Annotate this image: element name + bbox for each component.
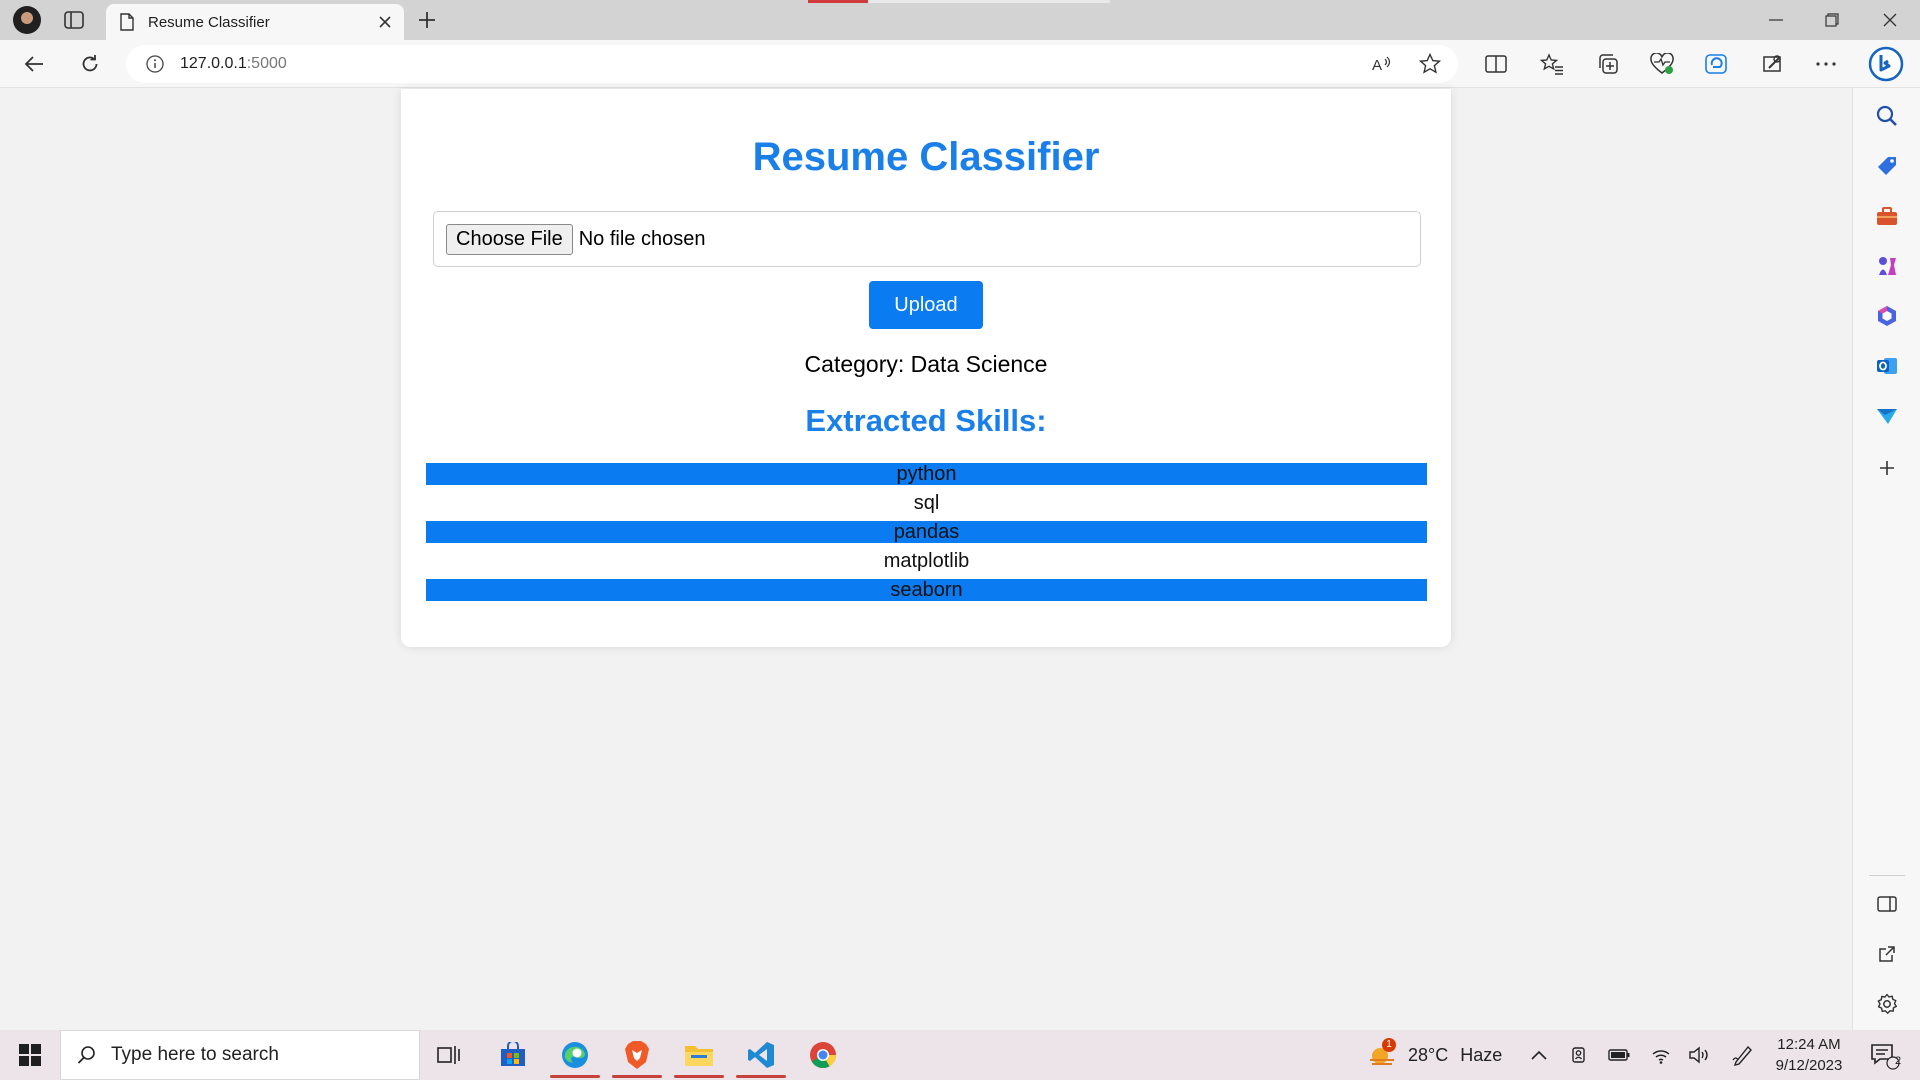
notifications-icon[interactable]: 2 [1868, 1040, 1902, 1072]
add-favorite-star-icon[interactable] [1416, 48, 1444, 80]
outlook-icon[interactable] [1873, 352, 1901, 380]
add-sidebar-app-plus-icon[interactable] [1873, 454, 1901, 482]
url-text[interactable]: 127.0.0.1:5000 [180, 55, 287, 73]
battery-icon[interactable] [1606, 1042, 1632, 1068]
microsoft365-icon[interactable] [1873, 302, 1901, 330]
weather-alert-badge: 1 [1382, 1038, 1396, 1052]
settings-gear-icon[interactable] [1873, 990, 1901, 1018]
weather-haze-icon: 1 [1368, 1038, 1398, 1068]
weather-condition: Haze [1460, 1044, 1503, 1065]
svg-text:A: A [1372, 57, 1382, 73]
sidebar-divider [1869, 875, 1905, 876]
page-title: Resume Classifier [752, 135, 1100, 179]
read-aloud-icon[interactable]: A [1368, 48, 1396, 80]
collections-icon[interactable] [1592, 48, 1624, 80]
more-options-icon[interactable] [1810, 48, 1842, 80]
skill-item: pandas [426, 521, 1427, 543]
loading-indicator [808, 0, 1110, 3]
edge-sidebar [1852, 88, 1920, 1030]
skills-list: python sql pandas matplotlib seaborn [426, 463, 1427, 608]
show-hidden-icons-chevron-icon[interactable] [1526, 1042, 1552, 1068]
weather-temperature: 28°C [1408, 1044, 1449, 1065]
wifi-icon[interactable] [1648, 1042, 1674, 1068]
chrome-icon[interactable] [794, 1032, 852, 1078]
hide-sidebar-icon[interactable] [1873, 890, 1901, 918]
browser-titlebar: Resume Classifier [0, 0, 1920, 40]
task-view-icon[interactable] [420, 1032, 478, 1078]
tab-close-icon[interactable] [376, 13, 394, 31]
search-placeholder: Type here to search [111, 1044, 279, 1065]
tab-actions-icon[interactable] [60, 8, 88, 32]
profile-avatar[interactable] [12, 6, 42, 34]
browser-essentials-icon[interactable] [1646, 48, 1678, 80]
weather-widget[interactable]: 1 28°C Haze [1368, 1030, 1502, 1080]
skill-item: python [426, 463, 1427, 485]
brave-browser-icon[interactable] [608, 1032, 666, 1078]
category-result: Category: Data Science [804, 351, 1048, 377]
windows-taskbar: Type here to search 1 28°C Haze 12:24 AM… [0, 1030, 1920, 1080]
refresh-icon[interactable] [74, 48, 106, 80]
page-file-icon [120, 13, 134, 31]
choose-file-button[interactable]: Choose File [446, 223, 573, 255]
site-info-icon[interactable] [146, 55, 164, 73]
tab-title: Resume Classifier [148, 13, 270, 31]
classifier-card: Resume Classifier Choose File No file ch… [401, 89, 1451, 647]
notification-count: 2 [1894, 1055, 1902, 1067]
games-chess-icon[interactable] [1873, 252, 1901, 280]
favorites-icon[interactable] [1536, 48, 1568, 80]
page-viewport: Resume Classifier Choose File No file ch… [0, 89, 1852, 1030]
skills-heading: Extracted Skills: [805, 403, 1047, 438]
edge-browser-icon[interactable] [546, 1032, 604, 1078]
split-screen-icon[interactable] [1480, 48, 1512, 80]
file-explorer-icon[interactable] [670, 1032, 728, 1078]
skill-item: seaborn [426, 579, 1427, 601]
vscode-icon[interactable] [732, 1032, 790, 1078]
taskbar-search-box[interactable]: Type here to search [60, 1030, 420, 1080]
shopping-tag-icon[interactable] [1873, 152, 1901, 180]
system-clock[interactable]: 12:24 AM 9/12/2023 [1766, 1034, 1852, 1076]
performance-icon[interactable] [1756, 48, 1788, 80]
skill-item: matplotlib [883, 550, 970, 572]
upload-button[interactable]: Upload [869, 281, 983, 329]
bing-chat-icon[interactable] [1866, 44, 1906, 84]
back-arrow-icon[interactable] [18, 48, 50, 80]
file-status-text: No file chosen [578, 227, 706, 250]
skill-item: sql [913, 492, 940, 514]
tools-briefcase-icon[interactable] [1873, 202, 1901, 230]
pen-workspace-icon[interactable] [1730, 1042, 1756, 1068]
meet-now-icon[interactable] [1566, 1042, 1592, 1068]
address-bar[interactable]: 127.0.0.1:5000 [126, 45, 1458, 83]
tab-resume-classifier[interactable]: Resume Classifier [106, 4, 404, 40]
clock-date: 9/12/2023 [1775, 1057, 1843, 1074]
clock-time: 12:24 AM [1777, 1036, 1841, 1053]
new-tab-plus-icon[interactable] [412, 6, 442, 34]
volume-icon[interactable] [1686, 1042, 1712, 1068]
open-external-icon[interactable] [1873, 940, 1901, 968]
microsoft-store-icon[interactable] [484, 1032, 542, 1078]
search-icon[interactable] [1873, 102, 1901, 130]
window-close-icon[interactable] [1872, 6, 1908, 34]
search-magnifier-icon [77, 1045, 97, 1065]
minimize-icon[interactable] [1758, 6, 1794, 34]
active-indicator [550, 1075, 600, 1078]
file-input-field[interactable]: Choose File No file chosen [433, 211, 1421, 267]
send-drop-icon[interactable] [1873, 402, 1901, 430]
restore-icon[interactable] [1814, 6, 1850, 34]
windows-start-icon[interactable] [10, 1035, 50, 1075]
active-indicator [674, 1075, 724, 1078]
active-indicator [612, 1075, 662, 1078]
edge-drop-icon[interactable] [1700, 48, 1732, 80]
browser-toolbar: 127.0.0.1:5000 A [0, 40, 1920, 88]
active-indicator [736, 1075, 786, 1078]
